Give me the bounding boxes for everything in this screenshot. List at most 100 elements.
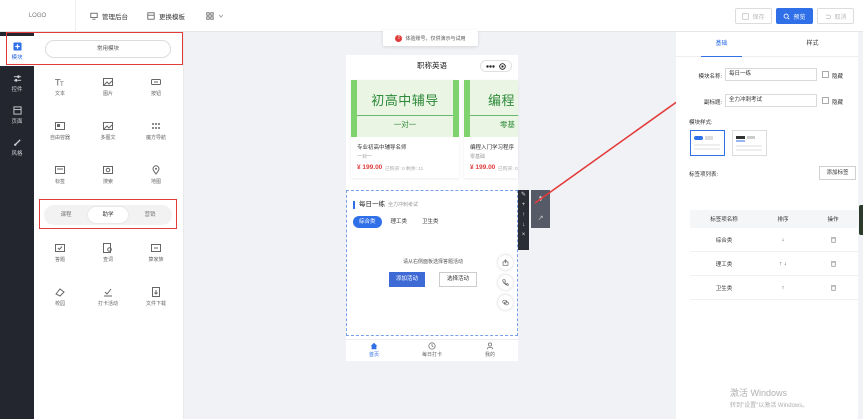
rail-item-style[interactable]: 风格: [0, 132, 34, 162]
close-icon[interactable]: ×: [518, 230, 529, 240]
hide-name-checkbox[interactable]: [822, 71, 829, 78]
tab-style[interactable]: 样式: [767, 32, 858, 57]
withdraw-button[interactable]: 取消: [817, 8, 854, 24]
clock-icon: [428, 342, 436, 350]
page-icon: [12, 106, 22, 115]
component-text[interactable]: TT 文本: [44, 74, 76, 104]
component-campus[interactable]: 校园: [44, 284, 76, 314]
rail-item-controls[interactable]: 控件: [0, 68, 34, 98]
component-word-lookup[interactable]: 查词: [92, 240, 124, 270]
sort-arrows[interactable]: ↑: [758, 276, 808, 299]
module-name-input[interactable]: 每日一练: [725, 68, 817, 81]
delete-icon[interactable]: [808, 228, 858, 251]
component-search[interactable]: 搜索: [92, 162, 124, 192]
svg-text:T: T: [59, 81, 64, 87]
component-free-container[interactable]: 自由容器: [44, 118, 76, 148]
column-header: 操作: [827, 217, 839, 223]
module-subtitle: 全力冲刺考试: [388, 202, 419, 208]
module-tag[interactable]: 综合类: [353, 216, 382, 228]
grid-menu-button[interactable]: [206, 10, 228, 22]
module-tool-column: ✎ + ↑ ↓ ×: [518, 190, 529, 250]
style-preview-icon: [694, 136, 720, 150]
share-float-button[interactable]: [498, 255, 513, 270]
bottom-tabbar: 首页 每日打卡 我的: [346, 339, 518, 361]
component-map[interactable]: 地图: [140, 162, 172, 192]
delete-icon[interactable]: [808, 252, 858, 275]
add-tag-button[interactable]: 添加标签: [819, 166, 856, 180]
manage-backend-link[interactable]: 管理后台: [90, 10, 128, 22]
tab-home[interactable]: 首页: [349, 342, 399, 358]
tab-daily-checkin[interactable]: 每日打卡: [407, 342, 457, 358]
tag-table: 标签项名称 排序 操作 综合类 ↓ 理工类 ↑ ↓ 卫生类 ↑: [690, 210, 859, 300]
chevron-down-icon: [218, 14, 224, 18]
add-activity-button[interactable]: 添加活动: [389, 272, 425, 287]
preview-button[interactable]: 预览: [776, 8, 813, 24]
component-image[interactable]: 图片: [92, 74, 124, 104]
selected-module-daily-practice[interactable]: 每日一练 全力冲刺考试 综合类 理工类 卫生类 请从右侧面板选择答题活动 添加活动…: [346, 190, 518, 336]
arrow-down-icon[interactable]: ↓: [518, 220, 529, 230]
module-title-text: 每日一练: [359, 201, 385, 208]
mini-program-capsule[interactable]: [480, 60, 512, 72]
course-card[interactable]: 初高中辅导 一对一 专业初高中辅导名师 一对一 ¥ 199.00 已购买: 0 …: [351, 80, 459, 178]
style-preview-icon: [736, 136, 762, 151]
module-style-label: 模块样式:: [689, 120, 713, 126]
plus-icon[interactable]: +: [518, 200, 529, 210]
calc-icon: [151, 244, 161, 252]
course-sold: 已购买: 0: [498, 167, 518, 172]
change-template-link[interactable]: 更换模板: [147, 10, 185, 22]
component-checkin[interactable]: 打卡活动: [92, 284, 124, 314]
component-tag[interactable]: 标签: [44, 162, 76, 192]
tab-label: 我的: [484, 352, 495, 358]
component-file-download[interactable]: 文件下载: [140, 284, 172, 314]
logo: LOGO: [0, 0, 76, 32]
save-icon: [742, 12, 750, 20]
module-tag[interactable]: 卫生类: [416, 216, 445, 228]
table-row: 卫生类 ↑: [690, 276, 859, 300]
tag-name-cell: 理工类: [715, 261, 733, 268]
side-drawer-handle[interactable]: [859, 205, 863, 235]
style-option-2[interactable]: [732, 130, 767, 156]
component-button[interactable]: 按钮: [140, 74, 172, 104]
save-button[interactable]: 保存: [735, 8, 772, 24]
delete-icon[interactable]: [808, 276, 858, 299]
course-name: 专业初高中辅导名师: [357, 145, 407, 151]
component-label: 文件下载: [145, 301, 166, 307]
windows-watermark-subtitle: 转到"设置"以激活 Windows。: [730, 403, 809, 409]
component-label: 自由容器: [49, 135, 70, 141]
select-activity-button[interactable]: 选择活动: [439, 272, 477, 287]
home-icon: [370, 342, 378, 350]
component-quiz[interactable]: 答题: [44, 240, 76, 270]
copy-icon[interactable]: ⬍: [531, 190, 550, 209]
hide-subtitle-checkbox[interactable]: [822, 97, 829, 104]
rail-item-pages[interactable]: 页面: [0, 100, 34, 130]
component-cube-nav[interactable]: 魔方导航: [140, 118, 172, 148]
preview-label: 预览: [793, 14, 806, 21]
eraser-icon: [55, 288, 65, 297]
sort-arrows[interactable]: ↓: [758, 228, 808, 251]
move-icon[interactable]: ↗: [531, 209, 550, 228]
course-card[interactable]: 编程 零基 编程入门学习程序 零基础 ¥ 199.00 已购买: 0: [464, 80, 518, 178]
chat-float-button[interactable]: [498, 295, 513, 310]
style-option-1[interactable]: [690, 130, 725, 156]
module-tag[interactable]: 理工类: [385, 216, 414, 228]
phone-float-button[interactable]: [498, 275, 513, 290]
component-label: 文本: [54, 91, 65, 97]
table-header: 标签项名称 排序 操作: [690, 210, 859, 228]
component-label: 多图文: [100, 135, 116, 141]
subtitle-input[interactable]: 全力冲刺考试: [725, 94, 817, 107]
course-name: 编程入门学习程序: [470, 145, 515, 151]
component-multi-article[interactable]: 多图文: [92, 118, 124, 148]
component-label: 答题: [54, 257, 65, 263]
component-label: 标签: [54, 179, 65, 185]
arrow-up-icon[interactable]: ↑: [518, 210, 529, 220]
tab-mine[interactable]: 我的: [465, 342, 515, 358]
table-row: 综合类 ↓: [690, 228, 859, 252]
module-title: 每日一练 全力冲刺考试: [353, 201, 418, 209]
edit-icon[interactable]: ✎: [518, 190, 529, 200]
hide-label: 隐藏: [832, 74, 844, 80]
component-label: 搜索: [102, 179, 113, 185]
sort-arrows[interactable]: ↑ ↓: [758, 252, 808, 275]
tab-label: 首页: [368, 352, 379, 358]
tab-basic[interactable]: 基础: [676, 32, 767, 57]
component-calc[interactable]: 算家族: [140, 240, 172, 270]
